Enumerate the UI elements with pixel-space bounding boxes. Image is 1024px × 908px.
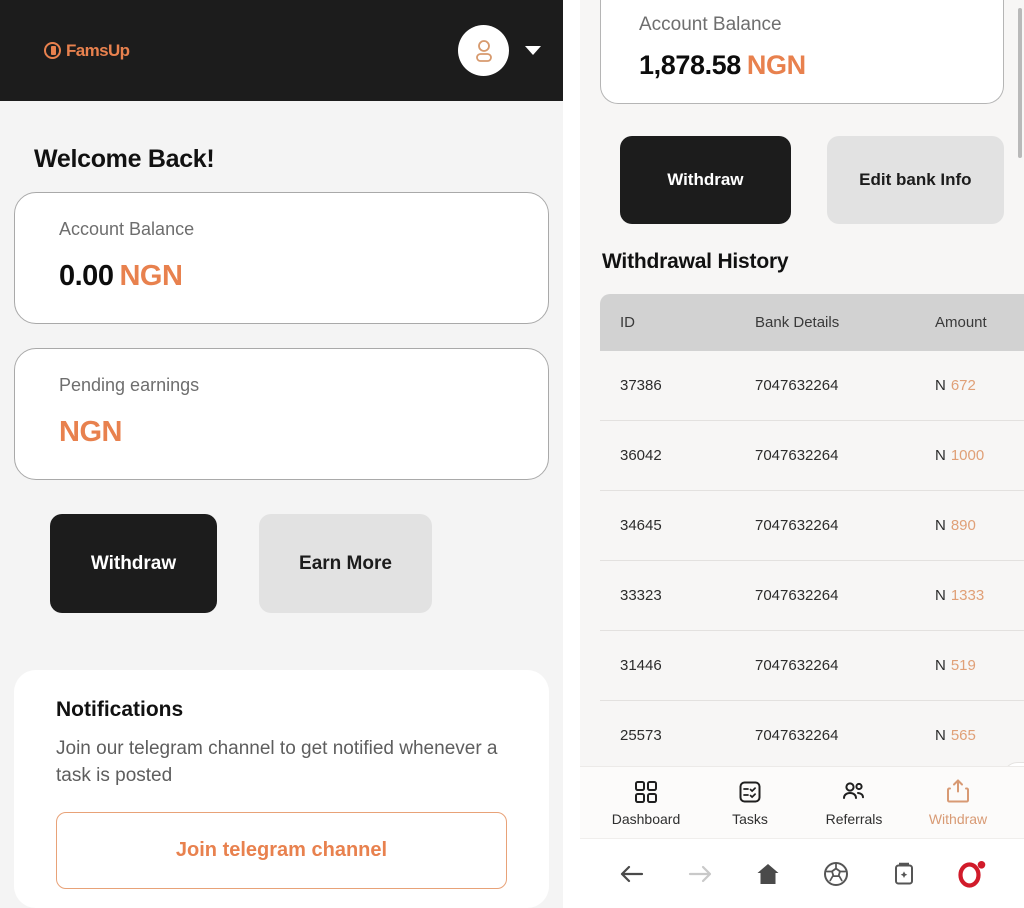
nav-item-dashboard[interactable]: Dashboard xyxy=(594,779,698,827)
right-scroll-area: Account Balance 1,878.58 NGN Withdraw Edi… xyxy=(580,0,1024,771)
nav-label-tasks: Tasks xyxy=(732,810,768,827)
cell-id: 34645 xyxy=(600,490,755,561)
cell-bank: 7047632264 xyxy=(755,560,935,631)
table-body: 37386 7047632264 N 672 36042 7047632264 N… xyxy=(600,351,1024,771)
nav-label-dashboard: Dashboard xyxy=(611,810,681,827)
account-balance-card: Account Balance 0.00 NGN xyxy=(14,192,549,324)
cell-bank: 7047632264 xyxy=(755,351,935,421)
nav-item-withdraw[interactable]: Withdraw xyxy=(906,779,1010,827)
notifications-card: Notifications Join our telegram channel … xyxy=(14,670,549,908)
checklist-icon xyxy=(738,779,762,805)
table-row[interactable]: 31446 7047632264 N 519 xyxy=(600,630,1024,701)
right-mobile-panel: Account Balance 1,878.58 NGN Withdraw Edi… xyxy=(580,0,1024,908)
account-balance-currency: NGN xyxy=(119,260,183,292)
pending-earnings-currency: NGN xyxy=(59,416,122,448)
right-withdraw-button[interactable]: Withdraw xyxy=(620,136,791,224)
cell-id: 36042 xyxy=(600,420,755,491)
notifications-title: Notifications xyxy=(56,698,184,721)
cell-bank: 7047632264 xyxy=(755,700,935,771)
table-header: ID Bank Details Amount xyxy=(600,294,1024,351)
right-account-balance-card: Account Balance 1,878.58 NGN xyxy=(600,0,1004,104)
left-action-buttons: Withdraw Earn More xyxy=(50,514,549,613)
upload-icon xyxy=(946,779,970,805)
nav-label-withdraw: Withdraw xyxy=(928,810,988,827)
cell-id: 31446 xyxy=(600,630,755,701)
cell-bank: 7047632264 xyxy=(755,630,935,701)
grid-icon xyxy=(634,779,658,805)
pending-earnings-card: Pending earnings NGN xyxy=(14,348,549,480)
notifications-body: Join our telegram channel to get notifie… xyxy=(56,738,498,786)
table-row[interactable]: 25573 7047632264 N 565 xyxy=(600,700,1024,771)
withdrawal-history-table: ID Bank Details Amount 37386 7047632264 … xyxy=(600,294,1024,771)
cell-amount: N 519 xyxy=(935,630,1024,701)
left-dashboard-panel: FamsUp Welcome Back! Account Balance 0.0… xyxy=(0,0,563,908)
account-balance-value: 0.00 NGN xyxy=(59,260,504,293)
cell-id: 33323 xyxy=(600,560,755,631)
opera-logo-icon[interactable] xyxy=(938,860,1006,888)
user-avatar-icon[interactable] xyxy=(458,25,509,76)
nav-label-referrals: Referrals xyxy=(825,810,883,827)
edit-bank-info-button[interactable]: Edit bank Info xyxy=(826,136,1004,224)
left-body: Welcome Back! Account Balance 0.00 NGN Pe… xyxy=(0,145,563,613)
people-icon xyxy=(841,779,867,805)
circle-clock-icon xyxy=(44,42,61,59)
cell-amount: N 890 xyxy=(935,490,1024,561)
home-icon[interactable] xyxy=(734,862,802,886)
browser-toolbar xyxy=(580,838,1024,908)
nav-item-referrals[interactable]: Referrals xyxy=(802,779,906,827)
cell-amount: N 1333 xyxy=(935,560,1024,631)
bottom-navigation: Dashboard Tasks Referrals Withdraw xyxy=(580,766,1024,838)
column-header-amount: Amount xyxy=(935,294,1024,351)
cell-amount: N 1000 xyxy=(935,420,1024,491)
header-actions xyxy=(458,25,541,76)
join-telegram-button[interactable]: Join telegram channel xyxy=(56,811,507,889)
avatar-person-glyph xyxy=(475,39,492,62)
cell-amount: N 565 xyxy=(935,700,1024,771)
forward-arrow-icon xyxy=(666,862,734,886)
table-row[interactable]: 37386 7047632264 N 672 xyxy=(600,351,1024,421)
cell-bank: 7047632264 xyxy=(755,420,935,491)
cell-bank: 7047632264 xyxy=(755,490,935,561)
panel-divider xyxy=(563,0,580,908)
earn-more-button[interactable]: Earn More xyxy=(259,514,432,613)
table-row[interactable]: 34645 7047632264 N 890 xyxy=(600,490,1024,561)
cell-amount: N 672 xyxy=(935,351,1024,421)
account-balance-label: Account Balance xyxy=(59,219,195,239)
cell-id: 25573 xyxy=(600,700,755,771)
table-row[interactable]: 36042 7047632264 N 1000 xyxy=(600,420,1024,491)
app-logo[interactable]: FamsUp xyxy=(44,40,130,61)
pending-earnings-label: Pending earnings xyxy=(59,375,200,395)
app-screen: FamsUp Welcome Back! Account Balance 0.0… xyxy=(0,0,1024,908)
account-balance-amount: 0.00 xyxy=(59,260,114,292)
right-balance-value: 1,878.58 NGN xyxy=(639,50,965,81)
app-header: FamsUp xyxy=(0,0,563,101)
right-action-buttons: Withdraw Edit bank Info xyxy=(620,136,1004,224)
right-balance-currency: NGN xyxy=(746,50,806,80)
right-balance-label: Account Balance xyxy=(639,14,782,35)
page-title: Welcome Back! xyxy=(34,145,215,173)
column-header-bank-details: Bank Details xyxy=(755,294,935,351)
back-arrow-icon[interactable] xyxy=(598,862,666,886)
cell-id: 37386 xyxy=(600,351,755,421)
tabs-icon[interactable] xyxy=(870,861,938,887)
table-header-row: ID Bank Details Amount xyxy=(600,294,1024,351)
chevron-down-icon[interactable] xyxy=(525,46,541,55)
soccer-ball-icon[interactable] xyxy=(802,861,870,887)
table-row[interactable]: 33323 7047632264 N 1333 xyxy=(600,560,1024,631)
column-header-id: ID xyxy=(600,294,755,351)
pending-earnings-value: NGN xyxy=(59,416,504,449)
withdraw-button[interactable]: Withdraw xyxy=(50,514,217,613)
nav-item-tasks[interactable]: Tasks xyxy=(698,779,802,827)
right-balance-amount: 1,878.58 xyxy=(639,50,741,80)
withdrawal-history-title: Withdrawal History xyxy=(602,250,789,273)
app-logo-text: FamsUp xyxy=(66,40,130,60)
